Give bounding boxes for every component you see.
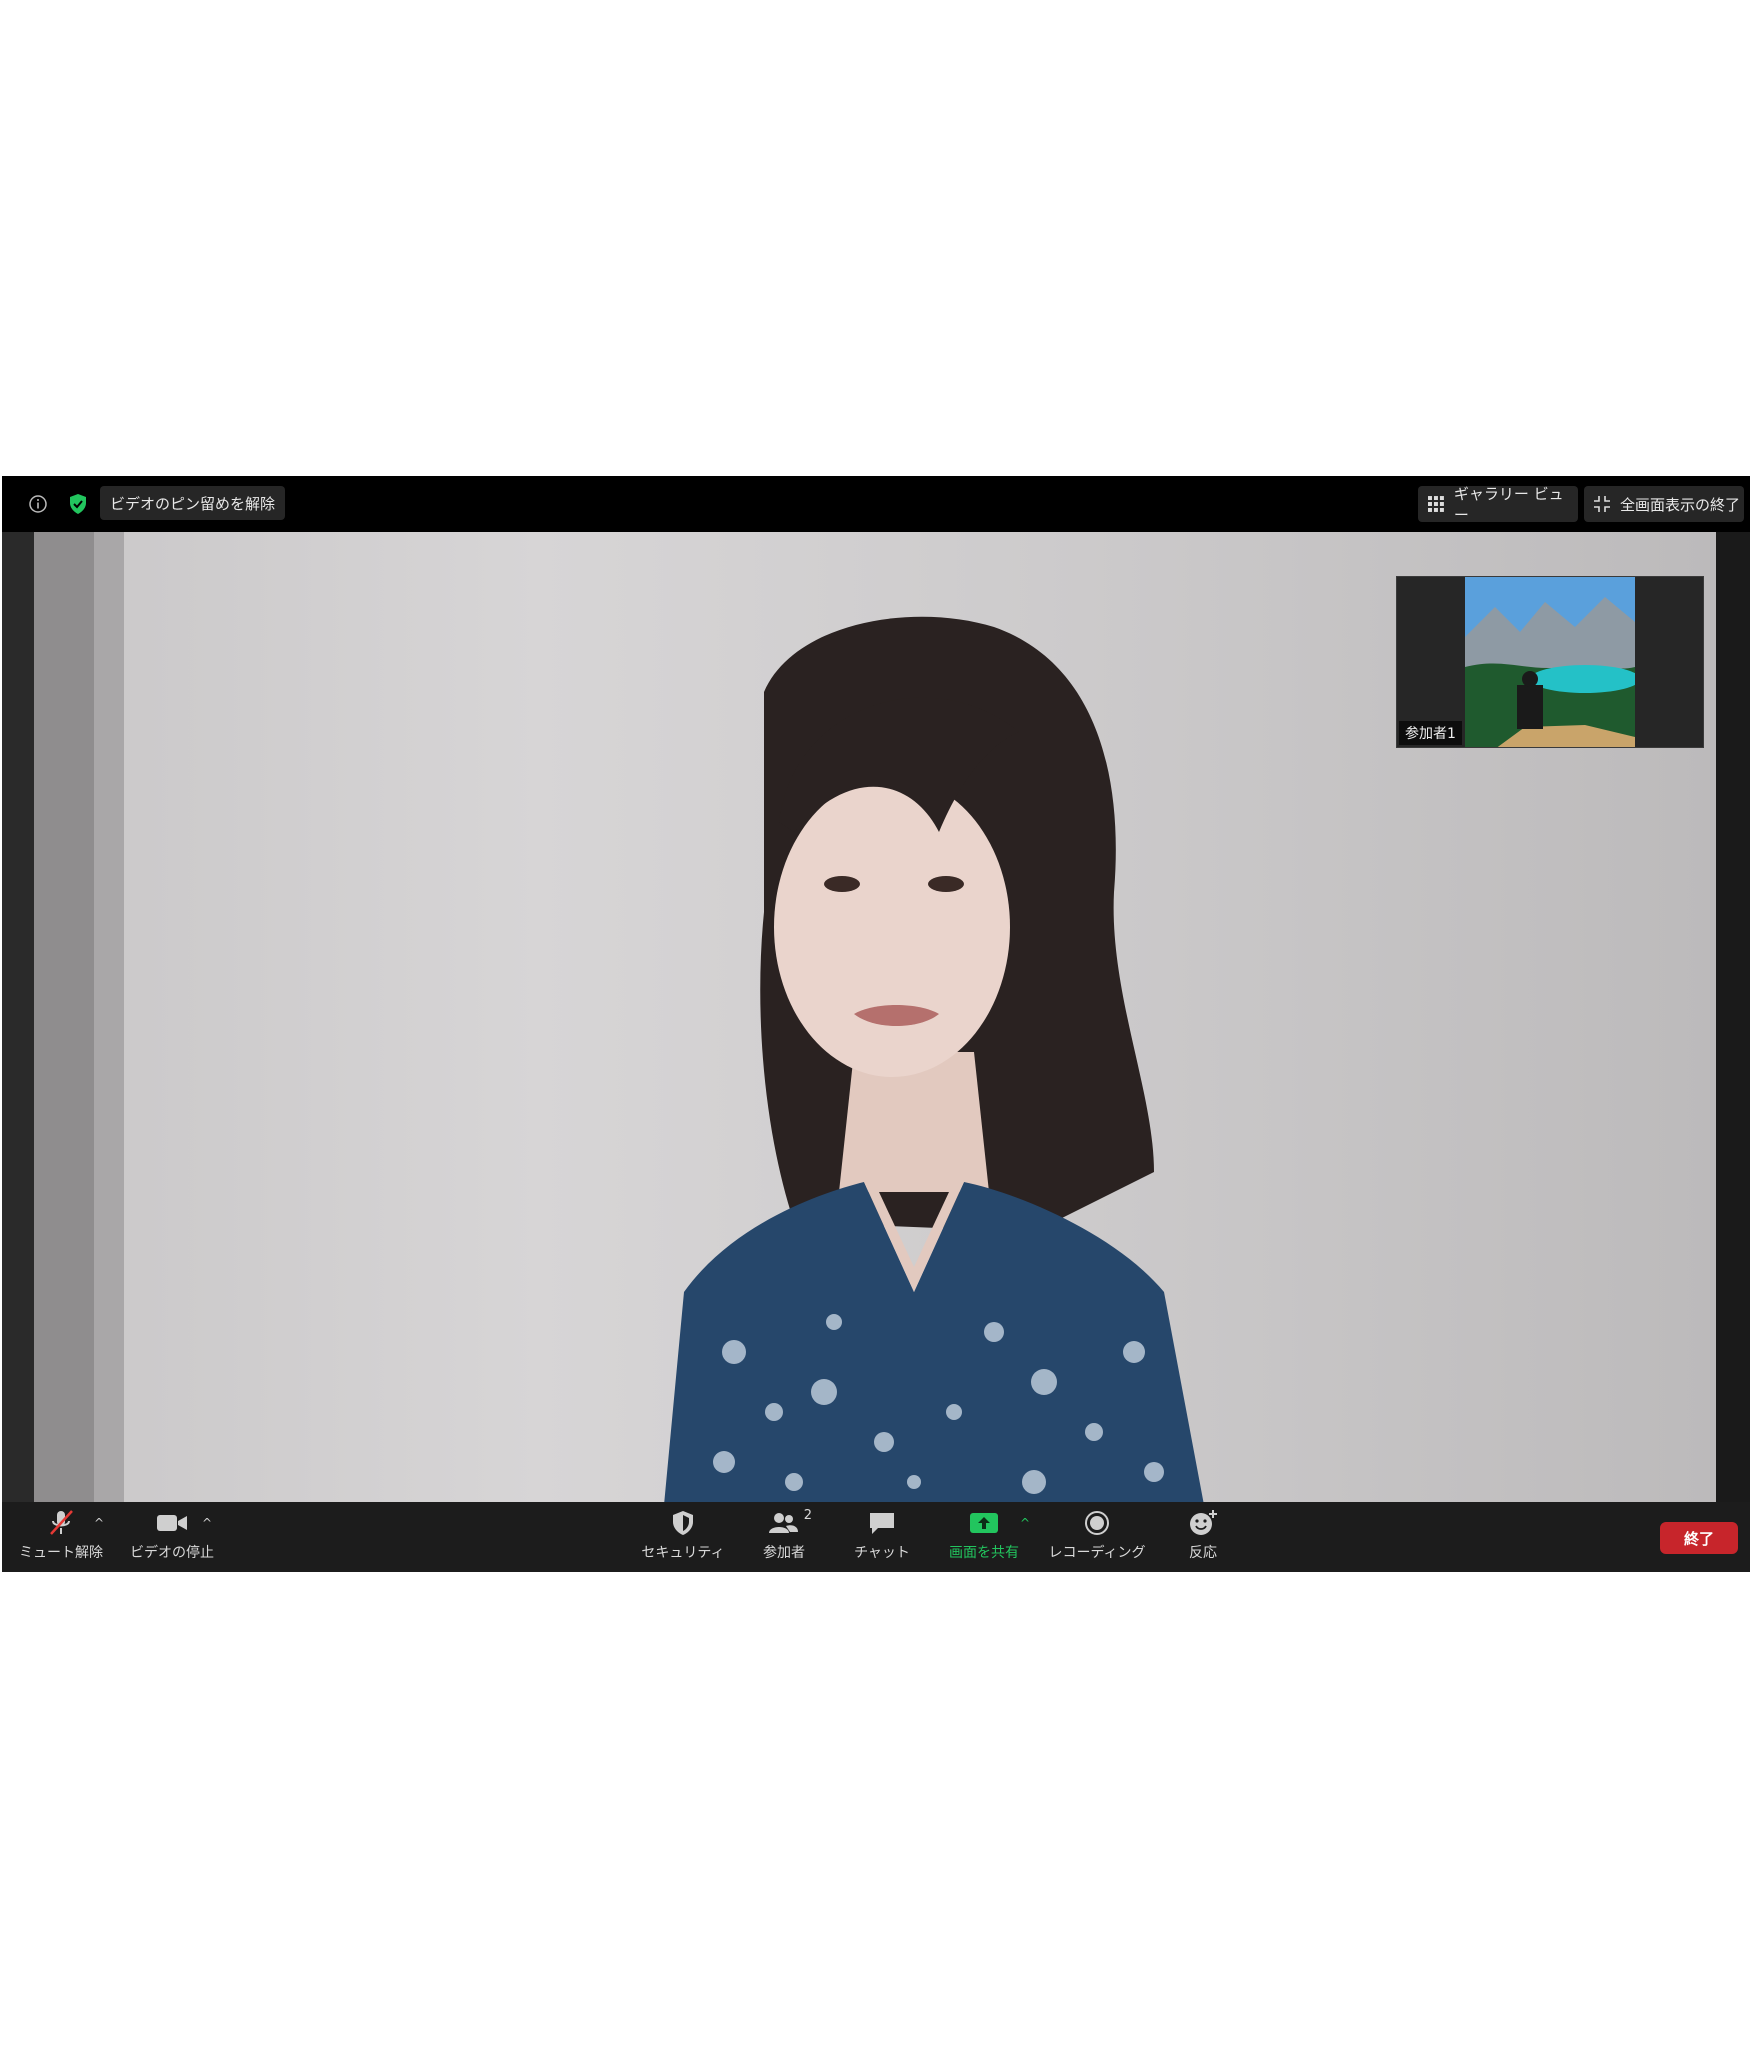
grid-icon <box>1428 496 1444 512</box>
audio-options-chevron-icon[interactable]: ^ <box>94 1516 104 1530</box>
reactions-button[interactable]: 反応 <box>1166 1508 1240 1566</box>
video-camera-icon <box>156 1508 188 1538</box>
video-options-chevron-icon[interactable]: ^ <box>202 1516 212 1530</box>
exit-fullscreen-label: 全画面表示の終了 <box>1620 495 1741 514</box>
participants-label: 参加者 <box>763 1545 805 1561</box>
share-screen-label: 画面を共有 <box>949 1545 1019 1561</box>
record-label: レコーディング <box>1048 1545 1146 1561</box>
security-button[interactable]: セキュリティ <box>638 1508 728 1566</box>
record-button[interactable]: レコーディング <box>1048 1508 1146 1566</box>
exit-fullscreen-button[interactable]: 全画面表示の終了 <box>1584 486 1744 522</box>
chat-bubble-icon <box>868 1508 896 1538</box>
left-edge-strip <box>2 532 34 1505</box>
security-label: セキュリティ <box>641 1545 725 1561</box>
gallery-view-button[interactable]: ギャラリー ビュー <box>1418 485 1578 524</box>
thumbnail-video-image <box>1465 577 1635 747</box>
end-meeting-button[interactable]: 終了 <box>1660 1522 1738 1554</box>
unpin-video-button[interactable]: ビデオのピン留めを解除 <box>100 486 286 520</box>
chat-button[interactable]: チャット <box>842 1508 922 1566</box>
microphone-muted-icon <box>46 1508 76 1538</box>
share-screen-button[interactable]: 画面を共有 <box>946 1508 1022 1566</box>
meeting-toolbar: ミュート解除 ^ ビデオの停止 ^ セキュリティ 2 参加者 チャット 画面を共… <box>2 1502 1750 1572</box>
unmute-label: ミュート解除 <box>19 1545 103 1561</box>
share-screen-icon <box>968 1508 1000 1538</box>
security-shield-icon <box>671 1508 695 1538</box>
participant-thumbnail[interactable]: 参加者1 <box>1396 576 1704 748</box>
unpin-video-label: ビデオのピン留めを解除 <box>110 494 276 513</box>
smiley-plus-icon <box>1188 1508 1218 1538</box>
record-icon <box>1084 1508 1110 1538</box>
top-bar: ビデオのピン留めを解除 ギャラリー ビュー 全画面表示の終了 <box>2 476 1750 532</box>
unmute-button[interactable]: ミュート解除 <box>16 1508 106 1566</box>
shield-check-icon[interactable] <box>64 490 92 518</box>
exit-fullscreen-icon <box>1594 496 1610 512</box>
participants-icon: 2 <box>768 1508 812 1538</box>
gallery-view-label: ギャラリー ビュー <box>1453 485 1564 524</box>
share-options-chevron-icon[interactable]: ^ <box>1020 1516 1030 1530</box>
zoom-meeting-window: ビデオのピン留めを解除 ギャラリー ビュー 全画面表示の終了 参加者1 ミュート… <box>2 476 1750 1572</box>
participants-button[interactable]: 2 参加者 <box>744 1508 824 1566</box>
participant-name-label: 参加者1 <box>1399 721 1462 745</box>
participants-count: 2 <box>803 1508 812 1523</box>
chat-label: チャット <box>854 1545 910 1561</box>
info-icon[interactable] <box>24 490 52 518</box>
end-meeting-label: 終了 <box>1683 1529 1714 1548</box>
reactions-label: 反応 <box>1189 1545 1217 1561</box>
stop-video-label: ビデオの停止 <box>130 1545 214 1561</box>
